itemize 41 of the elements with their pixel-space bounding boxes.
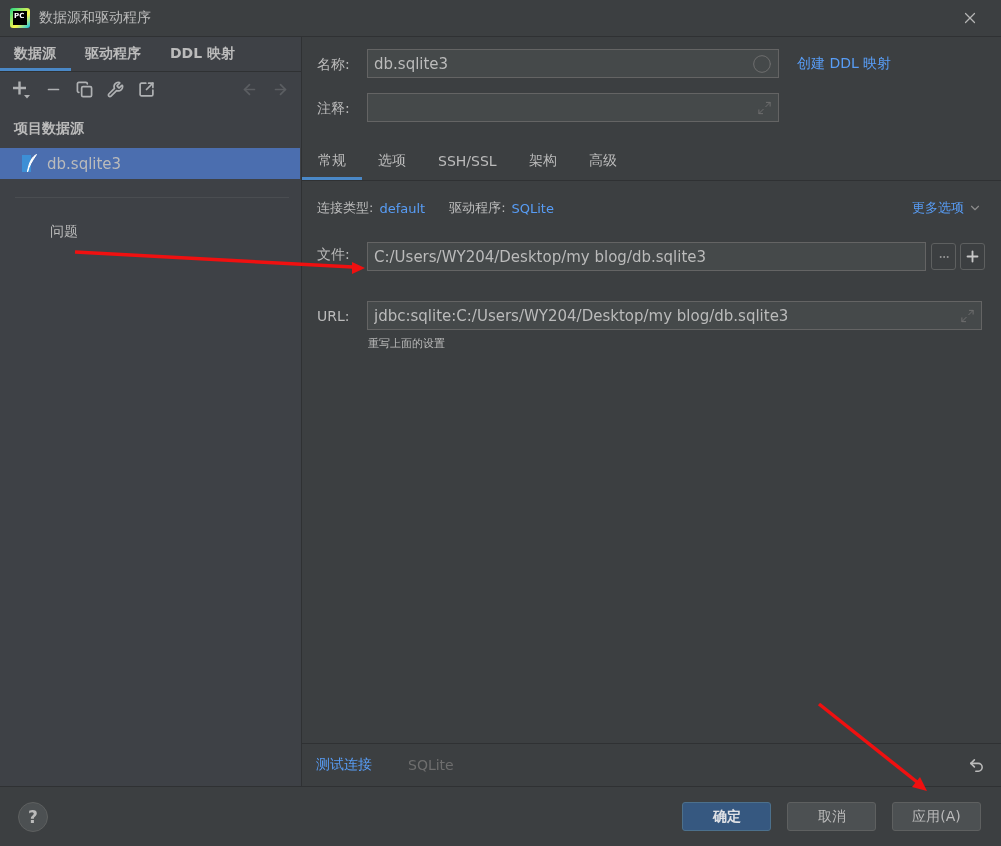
create-ddl-link[interactable]: 创建 DDL 映射 [797,54,892,73]
dialog-button[interactable]: 取消 [787,802,876,831]
problems-label: 问题 [50,223,78,241]
name-label: 名称: [317,55,351,72]
file-input[interactable]: C:/Users/WY204/Desktop/my blog/db.sqlite3 [367,242,926,271]
settings-tab[interactable]: SSH/SSL [422,142,513,180]
add-file-button[interactable] [960,243,985,270]
sidebar-tab[interactable]: DDL 映射 [156,37,251,71]
comment-input[interactable] [367,93,779,122]
wrench-icon[interactable] [107,80,124,98]
plus-icon [964,248,981,265]
ok-button[interactable]: 确定 [682,802,771,831]
dialog-button[interactable]: 应用(A) [892,802,981,831]
settings-tab[interactable]: 常规 [302,142,362,180]
name-input[interactable]: db.sqlite3 [367,49,779,78]
file-label: 文件: [317,245,351,262]
sidebar-tab[interactable]: 驱动程序 [71,37,156,71]
driver-link[interactable]: SQLite [511,200,554,216]
feather-icon [22,154,38,173]
plus-dropdown-icon[interactable] [12,79,31,99]
copy-icon[interactable] [76,80,93,98]
section-title: 项目数据源 [12,119,85,138]
window-title: 数据源和驱动程序 [39,9,152,27]
more-options-link[interactable]: 更多选项 [912,199,982,217]
external-link-icon[interactable] [138,80,155,98]
settings-tab[interactable]: 高级 [572,142,633,180]
help-button[interactable]: ? [18,801,48,832]
connection-type-link[interactable]: default [379,200,426,216]
circle-icon [752,53,772,74]
data-source-item[interactable]: db.sqlite3 [0,148,300,179]
sidebar-tab[interactable]: 数据源 [0,37,71,71]
url-input[interactable]: jdbc:sqlite:C:/Users/WY204/Desktop/my blog/db.sqlite3 [367,301,982,330]
undo-icon[interactable] [968,756,985,774]
comment-label: 注释: [317,99,351,116]
override-hint: 重写上面的设置 [368,336,445,351]
settings-tab[interactable]: 选项 [362,142,422,180]
test-connection-link[interactable]: 测试连接 [316,756,372,774]
settings-tab[interactable]: 架构 [512,142,573,180]
connection-type-label: 连接类型: [317,199,374,217]
driver-label: 驱动程序: [449,199,506,217]
url-label: URL: [317,307,351,324]
